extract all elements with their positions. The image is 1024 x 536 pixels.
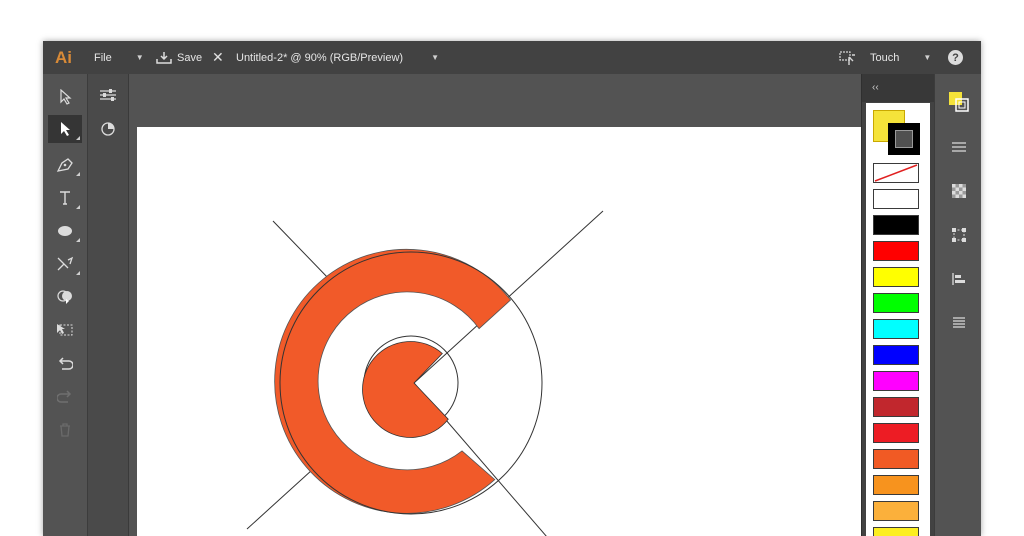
transparency-checker-icon[interactable] <box>947 179 971 203</box>
help-icon: ? <box>948 50 963 65</box>
fill-stroke-dock-icon[interactable] <box>947 90 971 114</box>
flyout-indicator <box>76 172 80 176</box>
ellipse-tool[interactable] <box>48 217 82 245</box>
workspace-label: Touch <box>870 51 900 64</box>
swatch-black[interactable] <box>873 215 919 235</box>
scissors-tool[interactable] <box>48 250 82 278</box>
swatch-yellow[interactable] <box>873 267 919 287</box>
menu-lines-icon[interactable] <box>947 135 971 159</box>
help-button[interactable]: ? <box>948 41 963 74</box>
swatch-orange-red[interactable] <box>873 449 919 469</box>
panel-header: ‹‹ <box>862 74 934 102</box>
shape-builder-tool[interactable] <box>48 283 82 311</box>
save-button[interactable]: Save <box>156 41 202 74</box>
pen-tool[interactable] <box>48 151 82 179</box>
swatch-dark-red[interactable] <box>873 397 919 417</box>
selection-arrow-icon <box>60 89 72 105</box>
inner-pie-shape <box>362 341 449 438</box>
delete-button[interactable] <box>48 416 82 444</box>
close-document-icon[interactable]: ✕ <box>212 41 224 74</box>
paragraph-lines-icon[interactable] <box>947 311 971 335</box>
swatch-yellow-2[interactable] <box>873 527 919 536</box>
swatch-magenta[interactable] <box>873 371 919 391</box>
swatch-orange[interactable] <box>873 475 919 495</box>
tools-panel <box>43 74 88 536</box>
swatch-none[interactable] <box>873 163 919 183</box>
scissors-icon <box>57 256 74 271</box>
stroke-inner <box>895 130 913 148</box>
stroke-color-box[interactable] <box>888 123 920 155</box>
caret-down-icon: ▼ <box>923 53 932 62</box>
properties-sliders-icon[interactable] <box>95 82 121 108</box>
free-transform-tool[interactable] <box>48 316 82 344</box>
caret-down-icon: ▼ <box>135 53 144 62</box>
shape-builder-icon <box>57 290 72 304</box>
none-slash-icon <box>874 164 918 182</box>
caret-down-icon: ▼ <box>431 53 439 62</box>
selection-tool[interactable] <box>48 83 82 111</box>
touch-workspace-icon[interactable] <box>839 41 857 74</box>
collapse-panel-icon[interactable]: ‹‹ <box>872 82 879 93</box>
workspace-switcher[interactable]: Touch ▼ <box>870 41 931 74</box>
ellipse-icon <box>58 226 72 236</box>
align-icon[interactable] <box>947 267 971 291</box>
canvas-area[interactable] <box>129 74 861 536</box>
save-label: Save <box>177 51 203 64</box>
app-logo: Ai <box>55 47 72 67</box>
menu-bar: Ai File ▼ Save ✕ Untitled-2* @ 90% (RGB/… <box>43 41 981 74</box>
illustrator-window: Ai File ▼ Save ✕ Untitled-2* @ 90% (RGB/… <box>43 41 981 536</box>
file-menu[interactable]: File ▼ <box>94 41 144 74</box>
free-transform-icon <box>57 324 73 336</box>
pen-icon <box>56 158 73 172</box>
swatch-green[interactable] <box>873 293 919 313</box>
swatch-light-orange[interactable] <box>873 501 919 521</box>
type-t-icon <box>60 191 70 205</box>
redo-icon <box>57 390 72 403</box>
control-panel-strip <box>88 74 129 536</box>
guide-line <box>246 469 313 530</box>
swatch-list <box>866 103 930 536</box>
right-dock <box>934 74 981 536</box>
document-title: Untitled-2* @ 90% (RGB/Preview) <box>236 51 404 64</box>
swatches-panel: ‹‹ <box>861 74 935 536</box>
undo-button[interactable] <box>48 350 82 378</box>
save-icon <box>156 51 172 64</box>
color-wheel-icon[interactable] <box>95 116 121 142</box>
flyout-indicator <box>76 271 80 275</box>
file-menu-label: File <box>94 51 112 64</box>
redo-button[interactable] <box>48 383 82 411</box>
direct-selection-arrow-icon <box>61 122 70 136</box>
artboard[interactable] <box>137 127 861 536</box>
undo-icon <box>58 357 73 370</box>
swatch-white[interactable] <box>873 189 919 209</box>
flyout-indicator <box>76 238 80 242</box>
flyout-indicator <box>76 205 80 209</box>
type-tool[interactable] <box>48 184 82 212</box>
flyout-indicator <box>76 136 80 140</box>
transform-icon[interactable] <box>947 223 971 247</box>
trash-icon <box>60 423 70 437</box>
swatch-blue[interactable] <box>873 345 919 365</box>
direct-selection-tool[interactable] <box>48 115 82 143</box>
swatch-red[interactable] <box>873 241 919 261</box>
guide-line <box>272 220 331 281</box>
swatch-red-2[interactable] <box>873 423 919 443</box>
artwork[interactable] <box>137 127 861 536</box>
swatch-cyan[interactable] <box>873 319 919 339</box>
document-tab[interactable]: Untitled-2* @ 90% (RGB/Preview) ▼ <box>236 41 439 74</box>
